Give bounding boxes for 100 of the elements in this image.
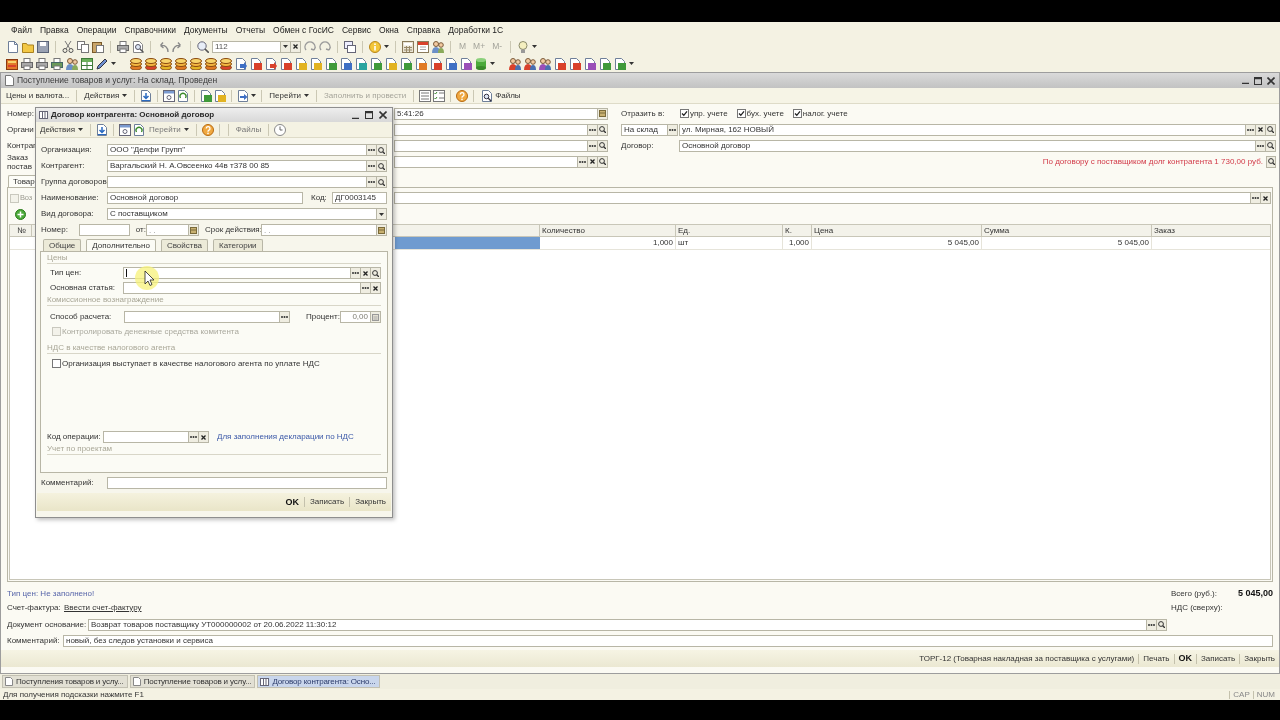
clock-icon[interactable]	[274, 123, 287, 136]
tab[interactable]: Дополнительно	[86, 239, 156, 251]
input-field[interactable]	[124, 311, 280, 323]
clear-button[interactable]	[1261, 192, 1271, 204]
window-icon[interactable]	[163, 89, 176, 102]
coins-icon[interactable]	[130, 57, 142, 70]
document-icon[interactable]	[569, 57, 581, 70]
calendar-button[interactable]	[377, 224, 387, 236]
search-icon[interactable]	[197, 40, 209, 53]
input-field[interactable]	[123, 282, 361, 294]
input-field[interactable]	[103, 431, 189, 443]
new-document-icon[interactable]	[7, 40, 19, 53]
document-icon[interactable]	[599, 57, 611, 70]
input-field[interactable]	[394, 192, 1251, 204]
taskbar-tab[interactable]: Договор контрагента: Осно...	[257, 675, 380, 688]
menu-item[interactable]: Файл	[11, 25, 32, 35]
printer-icon[interactable]	[21, 57, 33, 70]
book-icon[interactable]	[6, 57, 18, 70]
form-button[interactable]: ТОРГ-12 (Товарная накладная за поставщика с услугами)	[918, 654, 1136, 663]
coins-icon[interactable]	[190, 57, 202, 70]
form-button[interactable]: Записать	[309, 498, 346, 506]
table-icon[interactable]	[81, 57, 93, 70]
menu-item[interactable]: Справка	[406, 25, 441, 35]
close-icon[interactable]	[1267, 76, 1275, 85]
checkbox[interactable]	[736, 109, 746, 118]
menu-item[interactable]: Операции	[76, 25, 117, 35]
open-button[interactable]	[598, 139, 608, 152]
select-button[interactable]	[668, 123, 678, 136]
taskbar-tab[interactable]: Поступления товаров и услу...	[2, 675, 128, 688]
database-icon[interactable]	[475, 57, 487, 70]
document-icon[interactable]	[385, 57, 397, 70]
folder-icon[interactable]	[22, 40, 34, 53]
windows-icon[interactable]	[344, 40, 356, 53]
checkbox[interactable]	[792, 109, 802, 118]
document-icon[interactable]	[445, 57, 457, 70]
document-arrow-icon[interactable]	[265, 57, 277, 70]
menu-item[interactable]: Обмен с ГосИС	[273, 25, 334, 35]
tab[interactable]: Свойства	[160, 239, 209, 251]
printer-icon[interactable]	[36, 57, 48, 70]
checkbox[interactable]	[680, 109, 689, 118]
open-button[interactable]	[598, 123, 608, 136]
select-button[interactable]	[1256, 139, 1266, 152]
calendar-button[interactable]	[598, 107, 608, 120]
tab[interactable]: Категории	[213, 239, 263, 251]
dropdown-button[interactable]	[281, 40, 291, 53]
input-field[interactable]: Варгальский Н. А.Овсеенко 44в т378 00 85	[107, 160, 367, 172]
select-button[interactable]	[351, 267, 361, 279]
files-button[interactable]: Файлы	[479, 88, 523, 103]
printer-icon[interactable]	[117, 40, 129, 53]
document-icon[interactable]	[554, 57, 566, 70]
input-field[interactable]	[107, 176, 367, 188]
arrow-document-icon[interactable]	[237, 89, 250, 102]
menu-item[interactable]: Доработки 1С	[448, 25, 504, 35]
add-icon[interactable]	[15, 209, 26, 220]
open-button[interactable]	[1157, 618, 1167, 631]
menu-item[interactable]: Сервис	[341, 25, 371, 35]
select-button[interactable]	[367, 144, 377, 156]
list-icon[interactable]	[419, 89, 432, 102]
menu-item[interactable]: Окна	[379, 25, 399, 35]
select-button[interactable]	[367, 160, 377, 172]
people-icon[interactable]	[524, 57, 536, 70]
select-button[interactable]	[1246, 123, 1256, 136]
maximize-icon[interactable]	[1254, 76, 1262, 85]
document-icon[interactable]	[280, 57, 292, 70]
clear-button[interactable]	[361, 267, 371, 279]
input-field[interactable]: ДГ0003145	[332, 192, 387, 204]
document-icon[interactable]	[250, 57, 262, 70]
open-button[interactable]	[1266, 139, 1276, 152]
input-field[interactable]: 5:41:26	[394, 107, 598, 120]
select-button[interactable]	[1147, 618, 1157, 631]
invoice-link[interactable]: Ввести счет-фактуру	[64, 604, 142, 612]
print-preview-icon[interactable]	[132, 40, 144, 53]
clear-button[interactable]	[291, 40, 301, 53]
redo-icon[interactable]	[172, 40, 184, 53]
calculator-icon[interactable]	[402, 40, 414, 53]
download-document-icon[interactable]	[140, 89, 153, 102]
input-field[interactable]: Возврат товаров поставщику УТ000000002 от 20.06.2022 11:30:12	[88, 618, 1147, 631]
actions-menu[interactable]: Действия	[38, 122, 86, 137]
open-button[interactable]	[377, 144, 387, 156]
coins-icon[interactable]	[205, 57, 217, 70]
coins-icon[interactable]	[160, 57, 172, 70]
menu-item[interactable]: Справочники	[124, 25, 176, 35]
menu-item[interactable]: Правка	[39, 25, 69, 35]
input-field[interactable]	[394, 139, 588, 152]
document-icon[interactable]	[295, 57, 307, 70]
select-button[interactable]	[189, 431, 199, 443]
open-button[interactable]	[1266, 123, 1276, 136]
document-icon[interactable]	[200, 89, 213, 102]
save-icon[interactable]	[37, 40, 49, 53]
document-icon[interactable]	[430, 57, 442, 70]
input-field[interactable]: ул. Мирная, 162 НОВЫЙ	[679, 123, 1246, 136]
taskbar-tab[interactable]: Поступление товаров и услу...	[129, 675, 256, 688]
people-icon[interactable]	[66, 57, 78, 70]
input-field[interactable]	[394, 155, 578, 168]
clear-button[interactable]	[588, 155, 598, 168]
input-field[interactable]: Основной договор	[679, 139, 1256, 152]
open-button[interactable]	[598, 155, 608, 168]
select-button[interactable]	[280, 311, 290, 323]
dropdown-button[interactable]	[377, 208, 387, 220]
clear-button[interactable]	[199, 431, 209, 443]
